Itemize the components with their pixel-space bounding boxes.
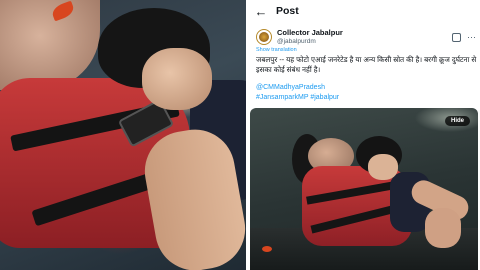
post-header: ← Post	[250, 0, 480, 22]
woman-face	[0, 0, 100, 90]
emblem-icon	[259, 32, 269, 42]
rescue-photo	[0, 0, 246, 270]
author-info: Collector Jabalpur @jabalpurdm	[277, 28, 343, 46]
hide-button[interactable]: Hide	[444, 116, 470, 126]
author-name[interactable]: Collector Jabalpur	[277, 28, 343, 37]
mention-link[interactable]: @CMMadhyaPradesh	[256, 84, 325, 91]
post-body: जबलपुर -- यह फोटो एआई जनरेटेड है या अन्य…	[256, 55, 477, 74]
more-icon[interactable]: ⋯	[467, 32, 476, 43]
author-row: Collector Jabalpur @jabalpurdm ⋯	[256, 26, 476, 48]
show-translation-link[interactable]: Show translation	[256, 47, 297, 53]
hand	[425, 208, 461, 248]
author-handle[interactable]: @jabalpurdm	[277, 37, 343, 46]
boy-face	[142, 48, 212, 110]
post-panel: ← Post Collector Jabalpur @jabalpurdm ⋯ …	[250, 0, 480, 270]
page-title: Post	[276, 5, 299, 17]
floating-leaf	[262, 246, 272, 252]
post-image[interactable]: Hide	[250, 108, 478, 270]
back-arrow-icon[interactable]: ←	[250, 0, 272, 22]
hashtag-links[interactable]: #JansamparkMP #jabalpur	[256, 94, 339, 101]
avatar[interactable]	[256, 29, 272, 45]
grok-icon[interactable]	[452, 32, 461, 42]
boy-face	[368, 154, 398, 180]
post-actions: ⋯	[452, 32, 476, 43]
